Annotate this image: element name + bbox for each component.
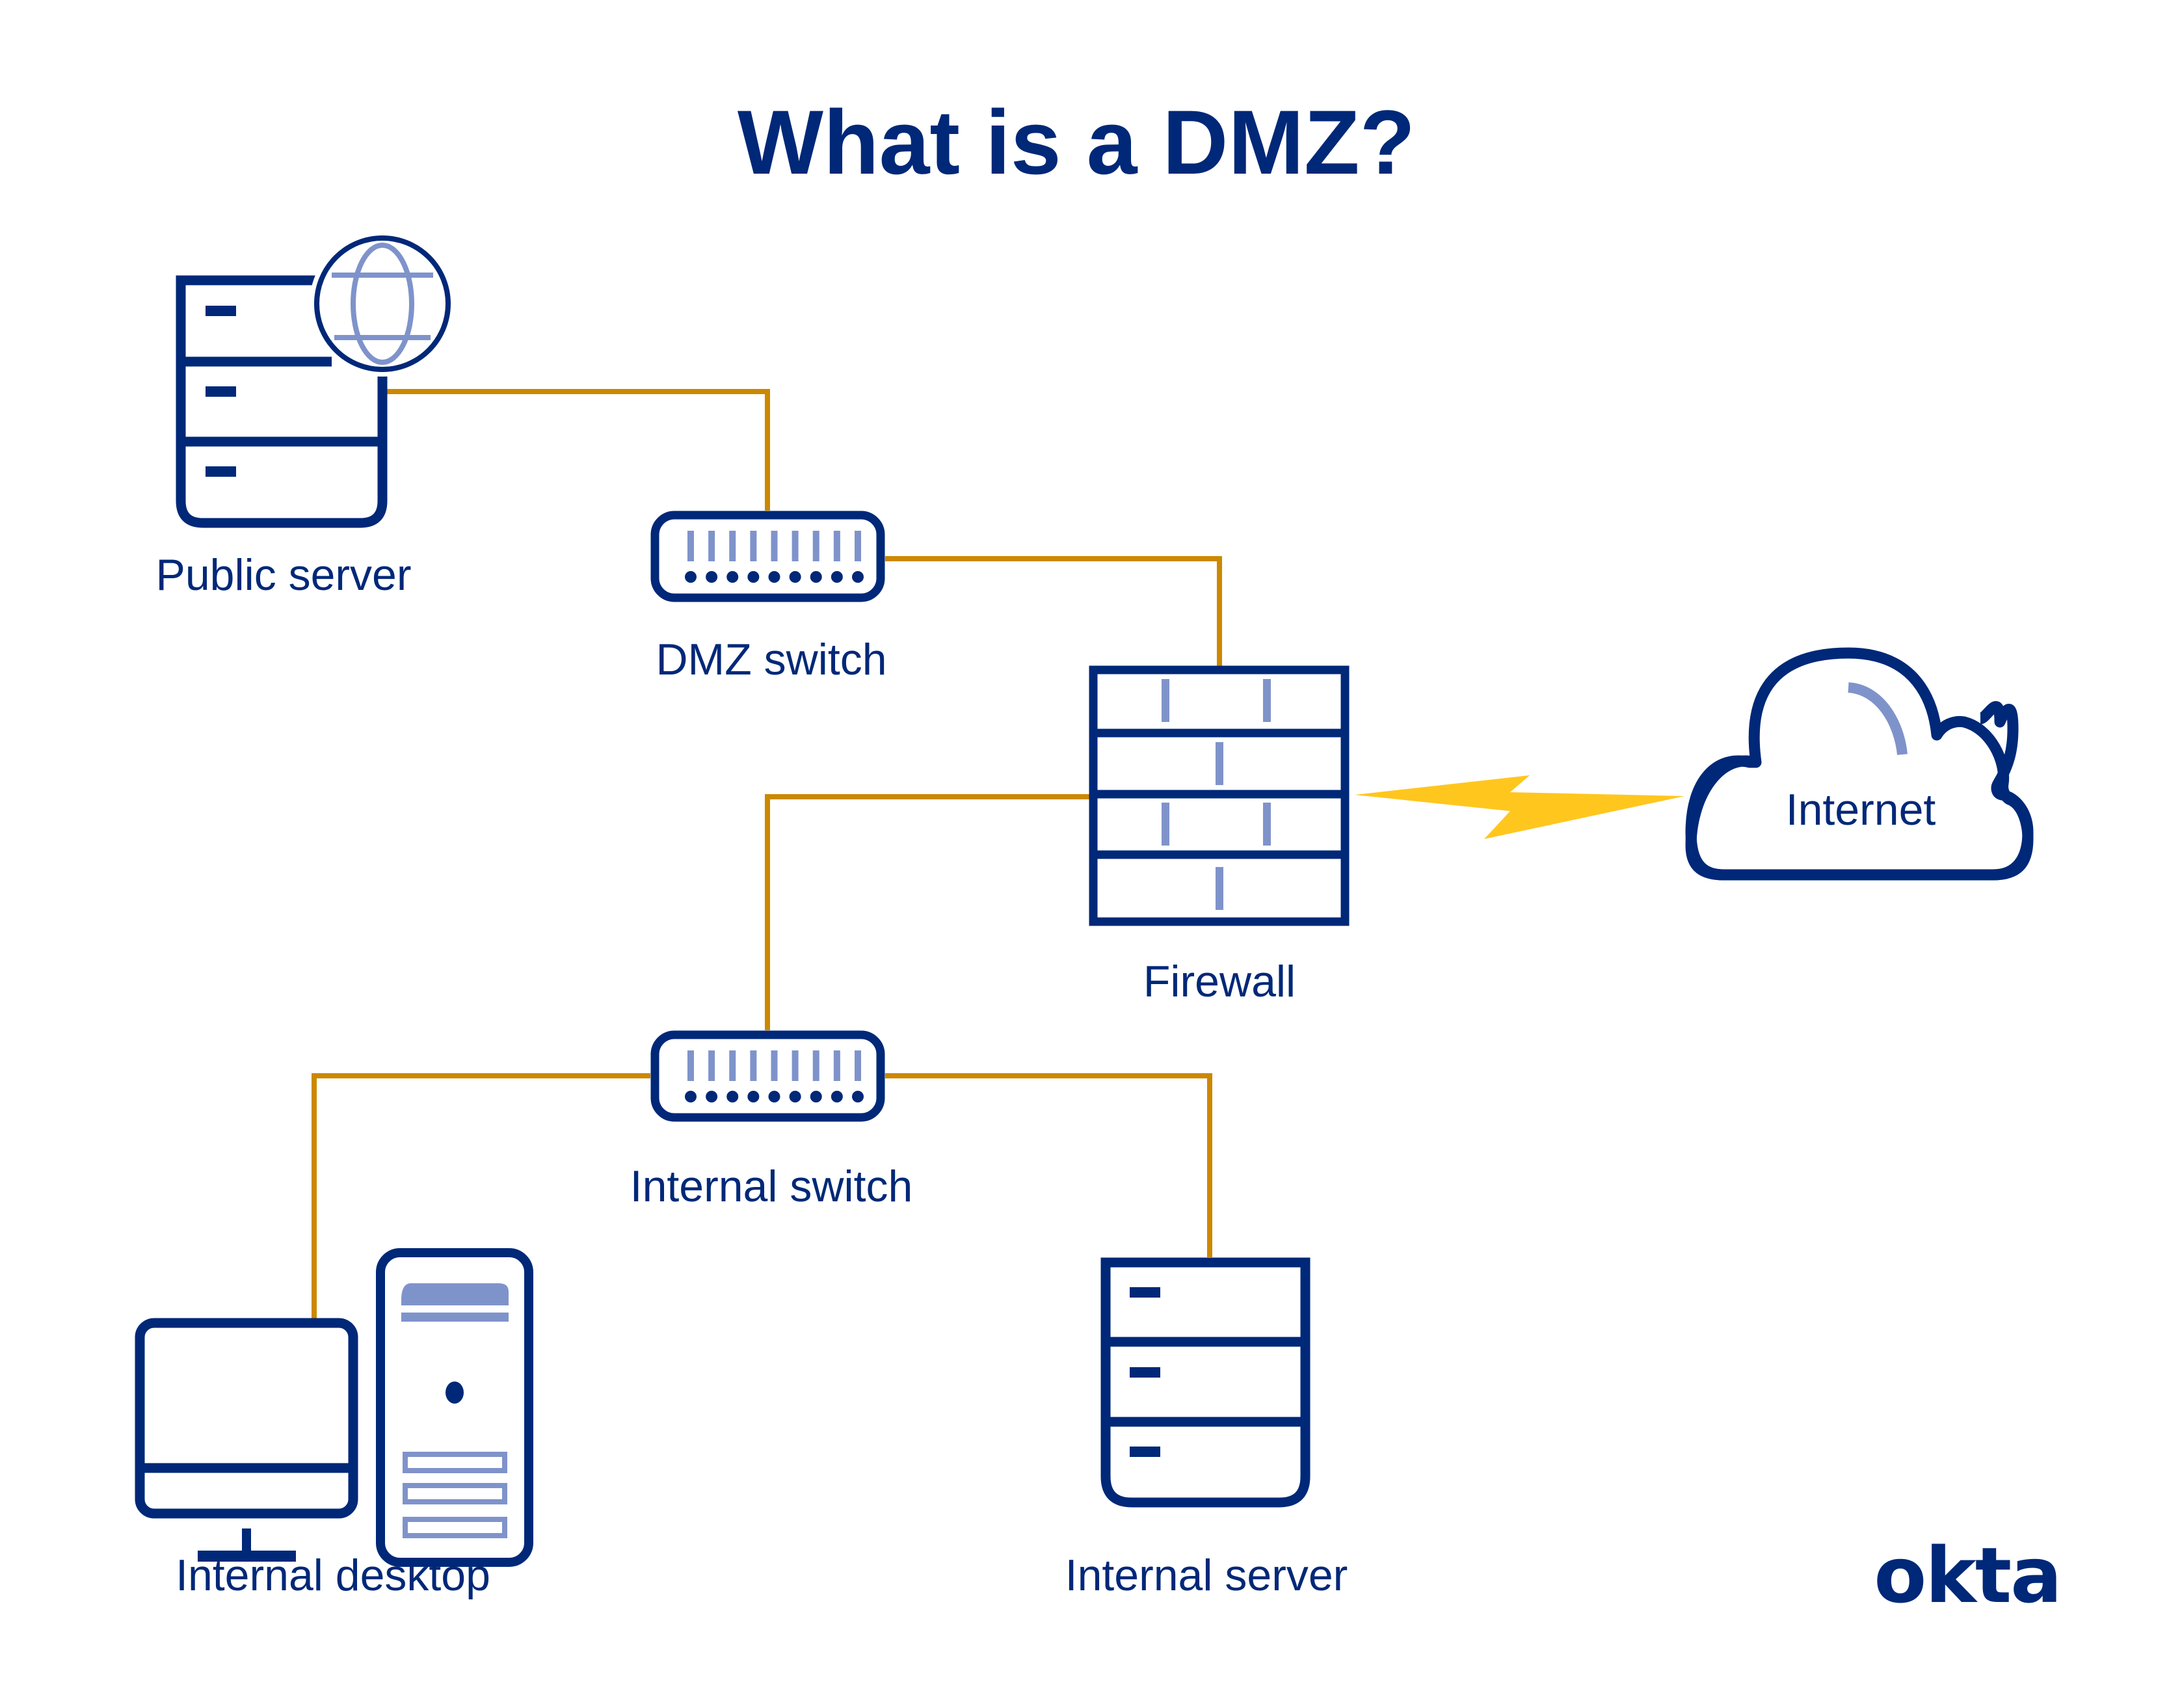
- switch-port: [810, 1091, 822, 1102]
- switch-port-led: [750, 531, 757, 561]
- cloud-highlight: [1848, 682, 1908, 755]
- connector-firewall-to-internal-switch: [765, 794, 1089, 1030]
- firewall-brick-icon: [1089, 665, 1350, 926]
- switch-port-led: [792, 1050, 799, 1081]
- switch-port: [747, 571, 760, 583]
- dmz-diagram: What is a DMZ? Public server DMZ switch …: [135, 91, 2062, 1620]
- network-switch-icon: [650, 511, 885, 602]
- dmz-switch-label: DMZ switch: [656, 635, 886, 684]
- switch-port-led: [750, 1050, 757, 1081]
- switch-port-led: [833, 531, 840, 561]
- public-server[interactable]: Public server: [155, 231, 455, 600]
- switch-port: [852, 1091, 864, 1102]
- server-icon: [1100, 1257, 1311, 1508]
- firewall-label: Firewall: [1143, 957, 1296, 1006]
- switch-port-led: [771, 531, 778, 561]
- network-switch-icon: [650, 1030, 885, 1122]
- switch-port-led: [812, 1050, 819, 1081]
- lightning-bolt-icon: [1355, 775, 1684, 839]
- okta-logo: okta: [1874, 1530, 2061, 1620]
- switch-port: [810, 571, 822, 583]
- connector-public-server-to-dmz-switch: [387, 389, 770, 511]
- switch-port: [747, 1091, 760, 1102]
- switch-port: [768, 571, 780, 583]
- switch-port-led: [833, 1050, 840, 1081]
- computer-tower-icon: [376, 1248, 533, 1567]
- switch-port: [831, 1091, 843, 1102]
- switch-port: [685, 571, 697, 583]
- internal-server-label: Internal server: [1065, 1551, 1348, 1600]
- connector-internal-switch-to-server: [885, 1073, 1212, 1257]
- monitor-icon: [135, 1318, 358, 1562]
- switch-port: [831, 571, 843, 583]
- page-title: What is a DMZ?: [738, 91, 1415, 193]
- switch-port: [685, 1091, 697, 1102]
- internal-desktop-label: Internal desktop: [176, 1551, 490, 1600]
- connector-internal-switch-to-desktop: [312, 1073, 650, 1318]
- internal-switch-label: Internal switch: [630, 1162, 913, 1211]
- switch-port-led: [708, 1050, 715, 1081]
- globe-icon: [310, 231, 455, 377]
- switch-port-led: [687, 1050, 694, 1081]
- public-server-label: Public server: [155, 550, 411, 600]
- switch-port: [726, 1091, 739, 1102]
- switch-port-led: [687, 531, 694, 561]
- dmz-switch[interactable]: DMZ switch: [650, 511, 887, 684]
- switch-port: [706, 571, 718, 583]
- switch-port: [706, 1091, 718, 1102]
- switch-port-led: [729, 1050, 736, 1081]
- internal-switch[interactable]: Internal switch: [630, 1030, 913, 1211]
- switch-port-led: [812, 531, 819, 561]
- switch-port-led: [708, 531, 715, 561]
- internal-desktop[interactable]: Internal desktop: [135, 1248, 533, 1600]
- switch-port: [852, 571, 864, 583]
- switch-port-led: [729, 531, 736, 561]
- switch-port: [726, 571, 739, 583]
- switch-port-led: [771, 1050, 778, 1081]
- connector-dmz-switch-to-firewall: [885, 556, 1222, 666]
- switch-port-led: [855, 1050, 861, 1081]
- switch-port-led: [855, 531, 861, 561]
- switch-port: [789, 571, 801, 583]
- cloud-icon: [1685, 647, 2034, 881]
- firewall[interactable]: Firewall: [1089, 665, 1350, 1006]
- switch-port: [789, 1091, 801, 1102]
- internet-label: Internet: [1786, 785, 1936, 834]
- switch-port-led: [792, 531, 799, 561]
- switch-port: [768, 1091, 780, 1102]
- internet[interactable]: Internet: [1685, 647, 2034, 881]
- internal-server[interactable]: Internal server: [1065, 1257, 1348, 1600]
